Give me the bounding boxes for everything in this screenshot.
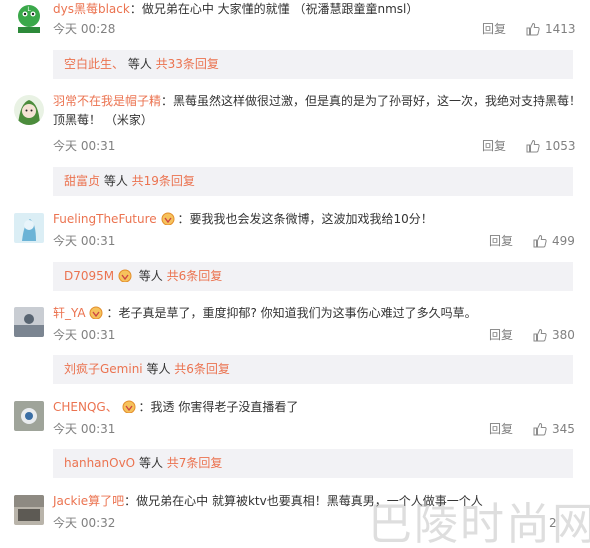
comment-username[interactable]: Jackie算了吧 [53, 494, 124, 508]
comment-time: 今天 00:32 [53, 516, 116, 530]
sub-reply-count[interactable]: 共19条回复 [132, 174, 195, 188]
thumbs-up-icon [526, 22, 540, 36]
comment-text: CHENQG、 ：我透 你害得老子没直播看了 [53, 398, 580, 417]
comment-time: 今天 00:31 [53, 139, 116, 153]
comment-time: 今天 00:31 [53, 328, 116, 342]
comment-username[interactable]: 轩_YA [53, 306, 86, 320]
sub-replies-box[interactable]: 空白此生、 等人 共33条回复 [53, 50, 573, 79]
sub-reply-user[interactable]: 甜富贞 [64, 174, 100, 188]
sub-reply-count[interactable]: 共7条回复 [167, 456, 223, 470]
avatar[interactable] [14, 213, 44, 243]
avatar[interactable] [14, 95, 44, 125]
comment-username[interactable]: CHENQG、 [53, 400, 118, 414]
sub-replies-box[interactable]: hanhanOvO 等人 共7条回复 [53, 449, 573, 478]
comment-username[interactable]: 羽常不在我是帽子精 [53, 94, 161, 108]
thumbs-up-icon [533, 422, 547, 436]
like-count: 380 [552, 328, 575, 342]
comment-body: ：老子真是草了，重度抑郁? 你知道我们为这事伤心难过了多久吗草。 [106, 306, 477, 320]
avatar[interactable] [14, 401, 44, 431]
reply-button[interactable]: 回复 [489, 327, 513, 343]
sub-reply-mid: 等人 [100, 174, 132, 188]
thumbs-up-icon [533, 328, 547, 342]
like-button[interactable]: 1413 [526, 21, 576, 37]
sub-reply-user[interactable]: 刘疯子Gemini [64, 362, 143, 376]
reply-button[interactable]: 回复 [489, 233, 513, 249]
vip-badge-icon [122, 400, 136, 413]
comment-text: dys黑莓black：做兄弟在心中 大家懂的就懂 （祝潘慧跟童童nmsl） [53, 0, 580, 19]
sub-reply-count[interactable]: 共6条回复 [167, 269, 223, 283]
like-count: 1053 [545, 139, 576, 153]
like-button[interactable]: 345 [533, 421, 575, 437]
comment-time: 今天 00:31 [53, 234, 116, 248]
vip-badge-icon [118, 269, 132, 282]
avatar[interactable]: L [14, 3, 44, 33]
comment-body: ：我透 你害得老子没直播看了 [138, 400, 299, 414]
like-count: 1413 [545, 22, 576, 36]
thumbs-up-icon [533, 234, 547, 248]
sub-reply-user[interactable]: D7095M [64, 269, 114, 283]
comment-text: 轩_YA ：老子真是草了，重度抑郁? 你知道我们为这事伤心难过了多久吗草。 [53, 304, 580, 323]
sub-replies-box[interactable]: D7095M 等人 共6条回复 [53, 262, 573, 291]
comment-time: 今天 00:28 [53, 22, 116, 36]
reply-button[interactable]: 回复 [482, 138, 506, 154]
avatar[interactable] [14, 495, 44, 525]
comment-text: FuelingTheFuture ：要我我也会发这条微博，这波加戏我给10分！ [53, 210, 580, 229]
sub-reply-count[interactable]: 共6条回复 [174, 362, 230, 376]
sub-replies-box[interactable]: 刘疯子Gemini 等人 共6条回复 [53, 355, 573, 384]
avatar[interactable] [14, 307, 44, 337]
thumbs-up-icon [526, 139, 540, 153]
vip-badge-icon [161, 212, 174, 225]
sub-replies-box[interactable]: 甜富贞 等人 共19条回复 [53, 167, 573, 196]
sub-reply-mid: 等人 [135, 456, 167, 470]
comment-username[interactable]: FuelingTheFuture [53, 212, 157, 226]
comment-username[interactable]: dys黑莓black [53, 2, 130, 16]
watermark: 巴陵时尚网 [368, 499, 590, 548]
vip-badge-icon [89, 306, 103, 319]
sub-reply-mid: 等人 [124, 57, 156, 71]
sub-reply-user[interactable]: hanhanOvO [64, 456, 135, 470]
comment-text: 羽常不在我是帽子精：黑莓虽然这样做很过激，但是真的是为了孙哥好，这一次，我绝对支… [53, 92, 588, 130]
comment-body: ：要我我也会发这条微博，这波加戏我给10分！ [177, 212, 433, 226]
like-count: 345 [552, 422, 575, 436]
sub-reply-count[interactable]: 共33条回复 [156, 57, 219, 71]
like-button[interactable]: 380 [533, 327, 575, 343]
like-button[interactable]: 1053 [526, 138, 576, 154]
sub-reply-user[interactable]: 空白此生、 [64, 57, 124, 71]
reply-button[interactable]: 回复 [489, 421, 513, 437]
comment-time: 今天 00:31 [53, 422, 116, 436]
reply-button[interactable]: 回复 [482, 21, 506, 37]
sub-reply-mid: 等人 [134, 269, 167, 283]
like-button[interactable]: 499 [533, 233, 575, 249]
like-count: 499 [552, 234, 575, 248]
sub-reply-mid: 等人 [142, 362, 175, 376]
comment-body: ：做兄弟在心中 大家懂的就懂 （祝潘慧跟童童nmsl） [129, 2, 419, 16]
